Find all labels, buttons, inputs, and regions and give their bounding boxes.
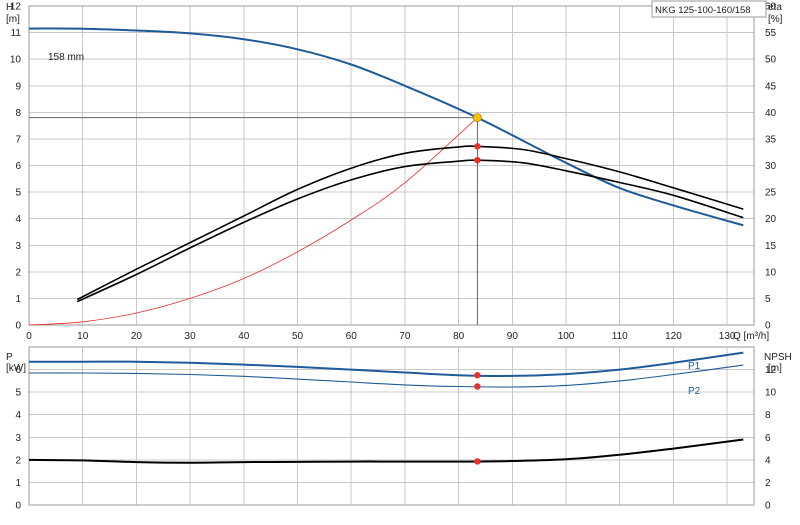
operating-point-marker: [474, 156, 481, 164]
y2-tick-label: 10: [765, 388, 777, 399]
y-tick-label: 2: [15, 455, 21, 466]
y2-tick-label: 35: [765, 134, 777, 145]
y2-tick-label: 20: [765, 214, 777, 225]
x-tick-label: 120: [665, 331, 682, 342]
y-axis-label-power: P: [6, 352, 13, 363]
y-axis-unit-head: [m]: [6, 14, 20, 25]
operating-point-marker: [474, 372, 481, 379]
impeller-diameter-label: 158 mm: [48, 52, 84, 63]
y-tick-label: 3: [15, 433, 21, 444]
x-tick-label: 100: [558, 331, 575, 342]
y-axis-unit-power: [kW]: [6, 363, 26, 374]
y-tick-label: 2: [15, 267, 21, 278]
x-axis-label: Q [m³/h]: [733, 331, 769, 342]
x-tick-label: 40: [238, 331, 250, 342]
y-tick-label: 4: [15, 410, 21, 421]
x-tick-label: 0: [26, 331, 32, 342]
y2-axis-unit-eta: [%]: [768, 14, 783, 25]
x-tick-label: 110: [612, 331, 628, 342]
y-tick-label: 7: [15, 134, 21, 145]
x-tick-label: 20: [131, 331, 143, 342]
x-tick-label: 80: [453, 331, 465, 342]
background: [0, 0, 800, 520]
y2-tick-label: 50: [765, 55, 777, 66]
y2-axis-label-eta: eta: [768, 2, 782, 13]
y2-tick-label: 15: [765, 241, 777, 252]
operating-point-marker: [474, 143, 481, 150]
y2-tick-label: 10: [765, 267, 777, 278]
y-tick-label: 8: [15, 108, 21, 119]
y2-tick-label: 2: [765, 478, 771, 489]
x-tick-label: 90: [507, 331, 519, 342]
y2-tick-label: 45: [765, 81, 777, 92]
x-tick-label: 60: [346, 331, 358, 342]
pump-performance-charts: 0 10 20 30 40 50 60 70 80 90 100 110 120 130 0 1 2 3 4 5 6 7 8…: [0, 0, 800, 520]
y-tick-label: 11: [11, 28, 22, 39]
y2-tick-label: 30: [765, 161, 777, 172]
series-label-p2: P2: [688, 386, 701, 397]
y-tick-label: 0: [15, 501, 21, 512]
duty-point-marker: [473, 113, 482, 123]
y-tick-label: 6: [15, 161, 21, 172]
y2-tick-label: 25: [765, 188, 777, 199]
y2-axis-unit-npsh: [m]: [768, 363, 782, 374]
y-tick-label: 3: [15, 241, 21, 252]
y-tick-label: 0: [15, 321, 21, 332]
y-tick-label: 4: [15, 214, 21, 225]
x-tick-label: 50: [292, 331, 304, 342]
series-label-p1: P1: [688, 361, 701, 372]
x-tick-label: 10: [77, 331, 89, 342]
y2-tick-label: 5: [765, 294, 771, 305]
x-tick-label: 70: [399, 331, 411, 342]
y-tick-label: 5: [15, 188, 21, 199]
y-tick-label: 5: [15, 388, 21, 399]
y2-tick-label: 6: [765, 433, 771, 444]
y2-tick-label: 55: [765, 28, 777, 39]
y-tick-label: 1: [15, 478, 21, 489]
operating-point-marker: [474, 383, 481, 390]
pump-performance-svg: 0 10 20 30 40 50 60 70 80 90 100 110 120 130012345678…: [0, 0, 800, 520]
chart-title: NKG 125-100-160/158: [655, 5, 751, 16]
y-tick-label: 9: [15, 81, 21, 92]
y2-tick-label: 0: [765, 321, 771, 332]
y2-axis-label-npsh: NPSH: [764, 352, 792, 363]
y2-tick-label: 0: [765, 501, 771, 512]
operating-point-marker: [474, 458, 481, 465]
y2-tick-label: 4: [765, 455, 771, 466]
y-tick-label: 1: [15, 294, 21, 305]
y2-tick-label: 40: [765, 108, 777, 119]
y-axis-label-head: H: [6, 2, 13, 13]
x-tick-label: 30: [185, 331, 197, 342]
y2-tick-label: 8: [765, 410, 771, 421]
y-tick-label: 10: [10, 55, 22, 66]
